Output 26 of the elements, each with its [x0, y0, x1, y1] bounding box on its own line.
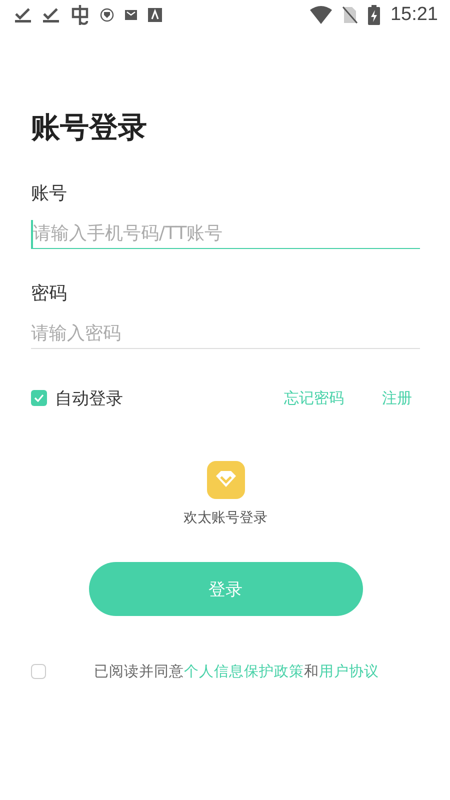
auto-login-checkbox[interactable]	[31, 390, 47, 406]
field-label: 账号	[31, 182, 68, 206]
alt-login-label[interactable]: 欢太账号登录	[184, 509, 268, 527]
shield-icon	[100, 8, 114, 22]
login-button[interactable]: 登录	[88, 562, 362, 616]
mail-icon	[124, 9, 138, 21]
text-link[interactable]: 注册	[382, 388, 412, 408]
wifi-icon	[310, 6, 332, 24]
agreement-checkbox[interactable]	[31, 664, 46, 679]
policy-link[interactable]: 用户协议	[319, 664, 379, 680]
input-field[interactable]: 请输入手机号码/TT账号	[31, 220, 420, 249]
app-notification-icon	[70, 4, 90, 26]
agreement-text: 已阅读并同意个人信息保护政策和用户协议	[94, 662, 379, 681]
no-sim-icon	[342, 6, 358, 24]
auto-login-label: 自动登录	[55, 388, 123, 410]
app-logo-icon[interactable]	[206, 461, 244, 499]
download-done-icon	[14, 7, 32, 23]
clock-time: 15:21	[390, 4, 438, 26]
field-label: 密码	[31, 282, 68, 306]
policy-link[interactable]: 个人信息保护政策	[184, 664, 304, 680]
input-field[interactable]: 请输入密码	[31, 320, 420, 349]
app-notification-icon	[148, 8, 162, 22]
battery-charging-icon	[368, 5, 380, 25]
download-done-icon	[42, 7, 60, 23]
page-title: 账号登录	[31, 109, 148, 146]
text-link[interactable]: 忘记密码	[284, 388, 344, 408]
